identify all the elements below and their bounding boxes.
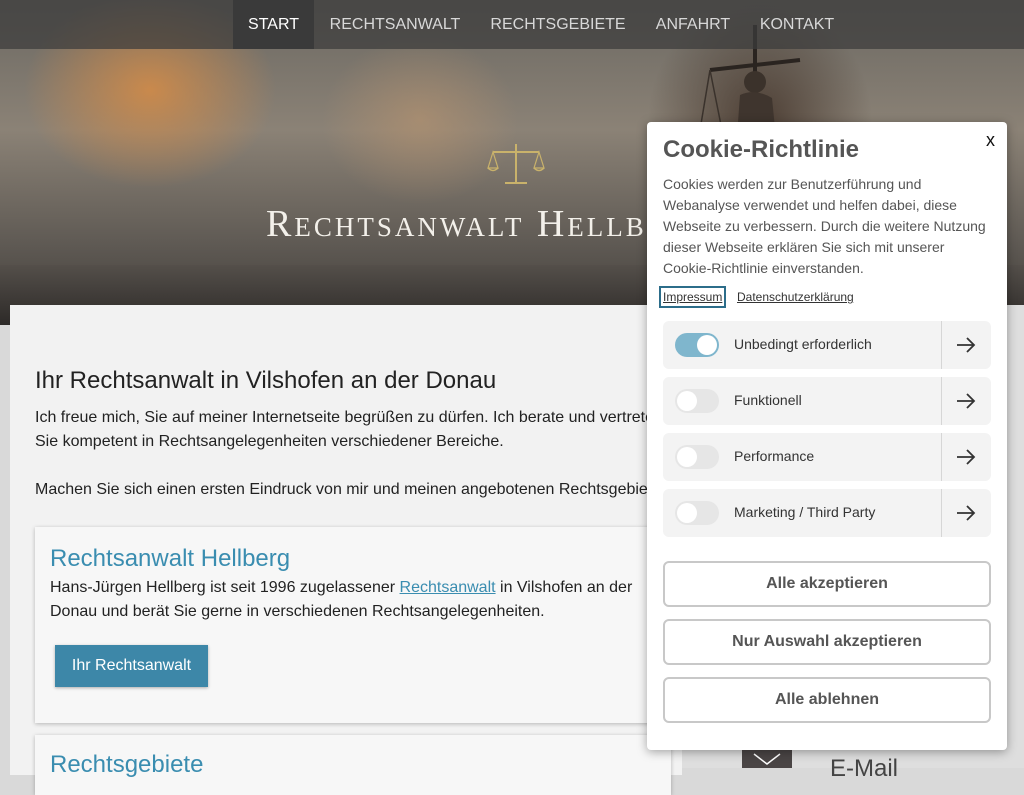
nav-item-start[interactable]: START xyxy=(233,0,314,49)
row-divider xyxy=(941,377,942,425)
reject-all-button[interactable]: Alle ablehnen xyxy=(663,677,991,723)
rechtsanwalt-link[interactable]: Rechtsanwalt xyxy=(400,579,496,596)
row-divider xyxy=(941,433,942,481)
cookie-description: Cookies werden zur Benutzerführung und W… xyxy=(663,176,986,276)
nav-item-kontakt[interactable]: KONTAKT xyxy=(752,0,842,49)
performance-toggle[interactable] xyxy=(675,445,719,469)
accept-all-button[interactable]: Alle akzeptieren xyxy=(663,561,991,607)
close-icon[interactable]: x xyxy=(986,130,995,151)
arrow-right-icon[interactable] xyxy=(955,503,977,523)
row-divider xyxy=(941,489,942,537)
arrow-right-icon[interactable] xyxy=(955,391,977,411)
lawyer-card: Rechtsanwalt Hellberg Hans-Jürgen Hellbe… xyxy=(35,527,671,723)
scale-logo-icon xyxy=(487,144,545,184)
nav-item-rechtsgebiete[interactable]: RECHTSGEBIETE xyxy=(482,0,634,49)
cookie-category-label: Marketing / Third Party xyxy=(734,504,876,520)
cookie-category-label: Performance xyxy=(734,448,815,464)
intro-paragraph: Ich freue mich, Sie auf meiner Internets… xyxy=(35,409,655,450)
datenschutz-link[interactable]: Datenschutzerklärung xyxy=(737,290,854,304)
arrow-right-icon[interactable] xyxy=(955,447,977,467)
nav-item-rechtsanwalt[interactable]: RECHTSANWALT xyxy=(320,0,470,49)
brand-logo-text: Rechtsanwalt Hellberg xyxy=(266,203,686,245)
toggle-knob xyxy=(697,335,717,355)
legal-areas-card: Rechtsgebiete xyxy=(35,735,671,795)
cookie-dialog: x Cookie-Richtlinie Cookies werden zur B… xyxy=(647,122,1007,750)
nav-item-anfahrt[interactable]: ANFAHRT xyxy=(646,0,740,49)
toggle-knob xyxy=(677,447,697,467)
intro-paragraph-2: Machen Sie sich einen ersten Eindruck vo… xyxy=(35,481,655,498)
cookie-category-label: Funktionell xyxy=(734,392,802,408)
lawyer-card-text: Hans-Jürgen Hellberg ist seit 1996 zugel… xyxy=(50,576,650,624)
toggle-knob xyxy=(677,503,697,523)
row-divider xyxy=(941,321,942,369)
legal-areas-card-title: Rechtsgebiete xyxy=(50,751,204,778)
marketing-toggle[interactable] xyxy=(675,501,719,525)
cookie-category-marketing: Marketing / Third Party xyxy=(663,489,991,537)
cookie-category-performance: Performance xyxy=(663,433,991,481)
main-navigation: START RECHTSANWALT RECHTSGEBIETE ANFAHRT… xyxy=(0,0,1024,49)
ihr-rechtsanwalt-button[interactable]: Ihr Rechtsanwalt xyxy=(55,645,208,687)
cookie-category-essential: Unbedingt erforderlich xyxy=(663,321,991,369)
cookie-category-functional: Funktionell xyxy=(663,377,991,425)
main-content: Ihr Rechtsanwalt in Vilshofen an der Don… xyxy=(10,305,682,795)
cookie-title: Cookie-Richtlinie xyxy=(663,136,860,163)
cookie-category-label: Unbedingt erforderlich xyxy=(734,336,872,352)
lawyer-card-title: Rechtsanwalt Hellberg xyxy=(50,545,291,572)
functional-toggle[interactable] xyxy=(675,389,719,413)
essential-toggle[interactable] xyxy=(675,333,719,357)
page-title: Ihr Rechtsanwalt in Vilshofen an der Don… xyxy=(35,367,497,394)
lawyer-card-text-before: Hans-Jürgen Hellberg ist seit 1996 zugel… xyxy=(50,579,400,596)
toggle-knob xyxy=(677,391,697,411)
arrow-right-icon[interactable] xyxy=(955,335,977,355)
accept-selection-button[interactable]: Nur Auswahl akzeptieren xyxy=(663,619,991,665)
mail-label[interactable]: E-Mail xyxy=(830,755,898,783)
impressum-link[interactable]: Impressum xyxy=(658,286,727,308)
